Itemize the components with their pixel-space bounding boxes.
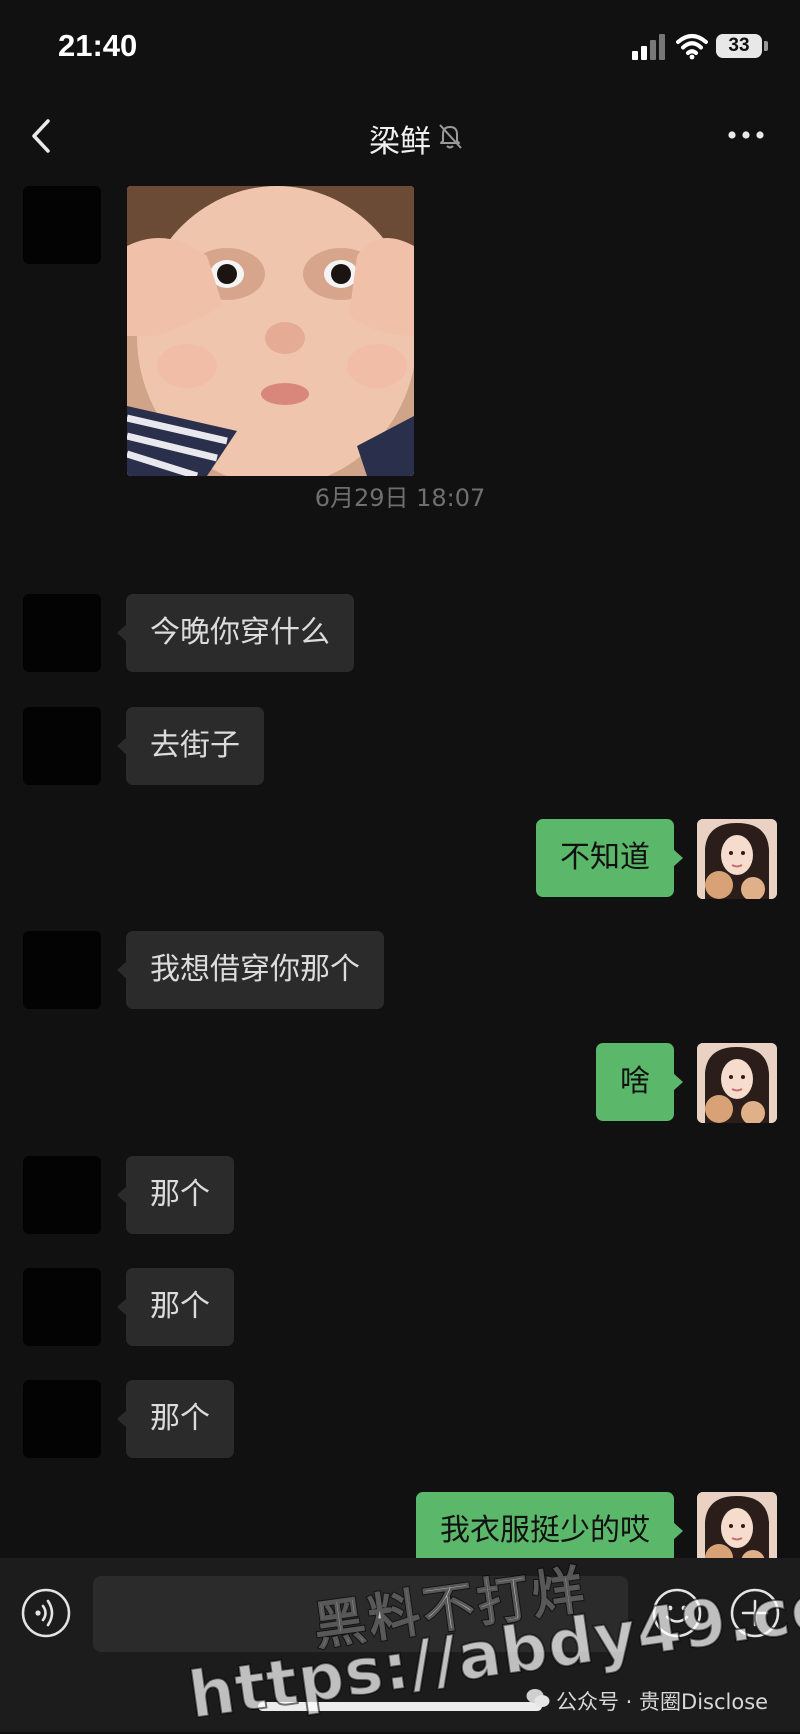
message-bubble-incoming[interactable]: 我想借穿你那个 xyxy=(117,931,384,1009)
message-list[interactable]: 6月29日 18:07 今晚你穿什么 去街子 不知道 我想借穿你那个 啥 那个 … xyxy=(0,178,800,1572)
voice-icon[interactable] xyxy=(21,1588,71,1638)
status-bar: 21:40 33 xyxy=(0,0,800,96)
girl-avatar-illustration xyxy=(697,1043,777,1123)
signal-icon xyxy=(632,34,665,60)
message-timestamp: 6月29日 18:07 xyxy=(314,484,486,512)
contact-avatar[interactable] xyxy=(23,707,101,785)
user-avatar[interactable] xyxy=(697,819,777,899)
contact-avatar[interactable] xyxy=(23,1380,101,1458)
chat-header: 梁鲜 xyxy=(0,96,800,178)
contact-avatar[interactable] xyxy=(23,594,101,672)
contact-avatar[interactable] xyxy=(23,1268,101,1346)
contact-avatar[interactable] xyxy=(23,931,101,1009)
message-bubble-incoming[interactable]: 那个 xyxy=(117,1380,234,1458)
message-bubble-outgoing[interactable]: 啥 xyxy=(596,1043,683,1121)
status-time: 21:40 xyxy=(58,28,138,63)
battery-cap xyxy=(764,41,768,51)
contact-avatar[interactable] xyxy=(23,1156,101,1234)
bell-slash-icon xyxy=(439,124,462,149)
contact-avatar[interactable] xyxy=(23,186,101,264)
message-bubble-outgoing[interactable]: 不知道 xyxy=(536,819,683,897)
ellipsis-icon[interactable] xyxy=(726,120,766,150)
message-bubble-incoming[interactable]: 今晚你穿什么 xyxy=(117,594,354,672)
source-tag: 公众号 · 贵圈Disclose xyxy=(556,1690,769,1714)
battery-indicator: 33 xyxy=(716,34,762,58)
girl-avatar-illustration xyxy=(697,819,777,899)
sticker-image[interactable] xyxy=(127,186,414,476)
message-bubble-incoming[interactable]: 那个 xyxy=(117,1268,234,1346)
user-avatar[interactable] xyxy=(697,1043,777,1123)
message-bubble-incoming[interactable]: 去街子 xyxy=(117,707,264,785)
chat-title: 梁鲜 xyxy=(369,124,431,160)
baby-face-illustration xyxy=(127,186,414,476)
wifi-icon xyxy=(676,34,708,60)
message-bubble-incoming[interactable]: 那个 xyxy=(117,1156,234,1234)
